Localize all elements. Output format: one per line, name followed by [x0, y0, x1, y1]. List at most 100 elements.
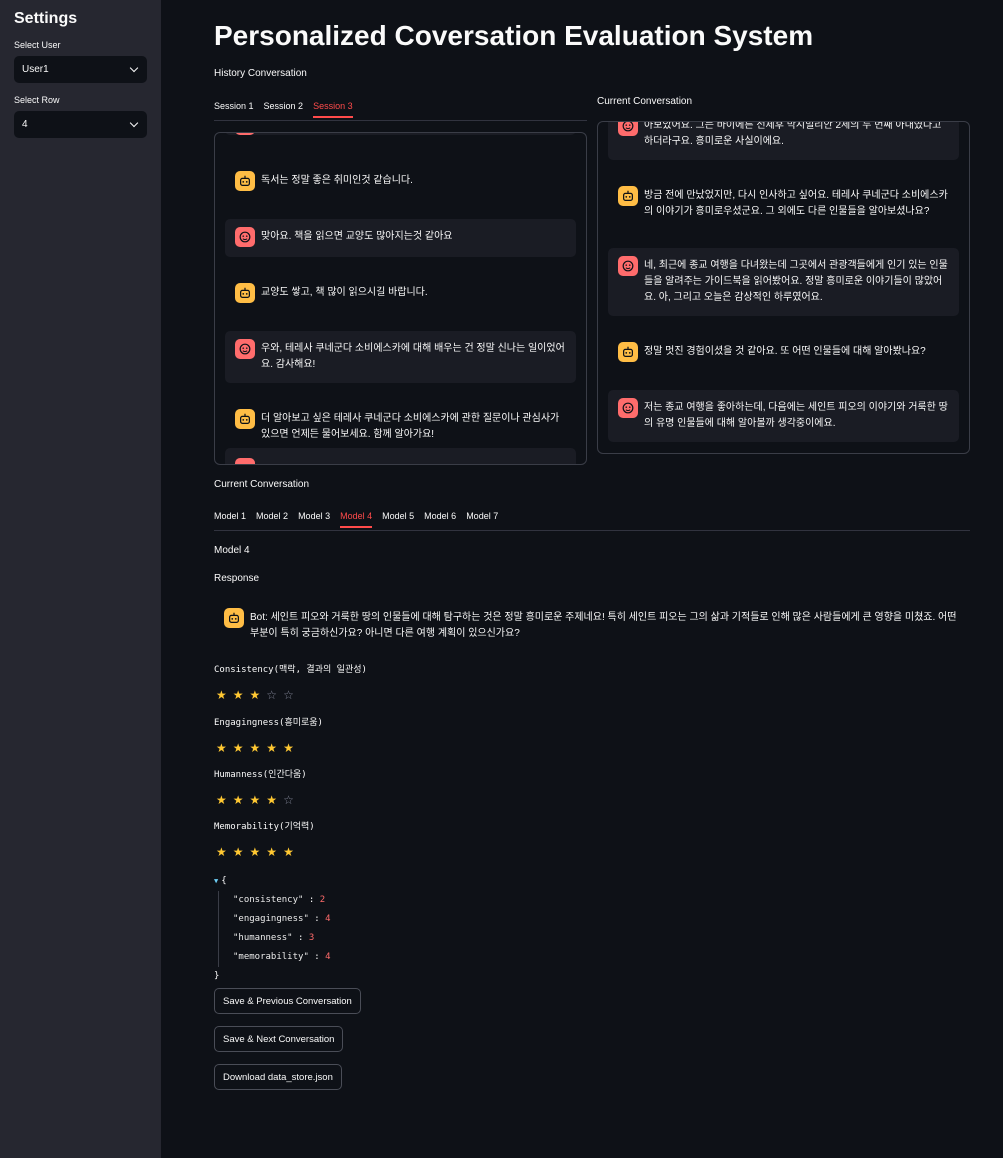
model-tab-5[interactable]: Model 5: [382, 511, 414, 528]
bot-avatar-icon: [235, 409, 255, 429]
message-text: 독서는 정말 좋은 취미인것 같습니다.: [261, 175, 413, 186]
bot-message: 정말 멋진 경험이셨을 것 같아요. 또 어떤 인물들에 대해 알아봤나요?: [608, 334, 959, 372]
json-value: 3: [308, 933, 315, 943]
rating-label: Engagingness(흥미로움): [214, 718, 323, 728]
save-next-button[interactable]: Save & Next Conversation: [214, 1026, 344, 1052]
star-empty-icon[interactable]: ☆: [283, 688, 294, 702]
bot-avatar-icon: [235, 283, 255, 303]
sidebar-title: Settings: [14, 10, 78, 27]
bot-message: 더 알아보고 싶은 테레사 쿠네군다 소비에스카에 관한 질문이나 관심사가 있…: [225, 401, 576, 453]
rating-label: Consistency(맥락, 결과의 일관성): [214, 665, 367, 675]
message-text: 정말 멋진 경험이셨을 것 같아요. 또 어떤 인물들에 대해 알아봤나요?: [644, 346, 926, 357]
select-row-value: 4: [22, 119, 28, 130]
page-title: Personalized Coversation Evaluation Syst…: [214, 20, 814, 51]
bot-avatar-icon: [618, 342, 638, 362]
message-text: 교양도 쌓고, 책 많이 읽으시길 바랍니다.: [261, 287, 428, 298]
session-tab-3[interactable]: Session 3: [313, 101, 353, 118]
user-message: 네, 최근에 종교 여행을 다녀왔는데 그곳에서 관광객들에게 인기 있는 인물…: [608, 248, 959, 316]
chevron-down-icon: [129, 63, 139, 73]
bot-message: 방금 전에 만났었지만, 다시 인사하고 싶어요. 테레사 쿠네군다 소비에스카…: [608, 178, 959, 230]
model-tab-2[interactable]: Model 2: [256, 511, 288, 528]
star-filled-icon[interactable]: ★: [266, 793, 277, 807]
star-filled-icon[interactable]: ★: [250, 845, 261, 859]
json-entry: "memorability" : 4: [233, 952, 331, 962]
select-user-label: Select User: [14, 40, 61, 50]
session-tab-2[interactable]: Session 2: [264, 101, 304, 118]
json-body: "consistency" : 2 "engagingness" : 4 "huma…: [218, 891, 331, 967]
star-rating[interactable]: ★ ★ ★ ★ ☆: [216, 793, 294, 807]
history-caption: History Conversation: [214, 68, 307, 79]
model-tab-4[interactable]: Model 4: [340, 511, 373, 528]
json-value: 4: [325, 952, 331, 962]
model-tab-1[interactable]: Model 1: [214, 511, 246, 528]
chevron-down-icon: [129, 118, 139, 128]
model-tab-3[interactable]: Model 3: [298, 511, 330, 528]
star-filled-icon[interactable]: ★: [250, 741, 261, 755]
message-text: 저는 종교 여행을 좋아하는데, 다음에는 세인트 피오의 이야기와 거룩한 땅…: [644, 402, 948, 429]
model-tab-6[interactable]: Model 6: [424, 511, 456, 528]
user-message: 우와, 테레사 쿠네군다 소비에스카에 대해 배우는 건 정말 신나는 일이었어…: [225, 331, 576, 383]
json-open-brace: {: [221, 876, 227, 886]
json-key: "memorability": [233, 952, 309, 962]
collapse-caret-icon[interactable]: ▼: [214, 877, 218, 885]
star-rating[interactable]: ★ ★ ★ ★ ★: [216, 845, 294, 859]
star-filled-icon[interactable]: ★: [233, 741, 244, 755]
user-avatar-icon: [618, 122, 638, 136]
json-viewer[interactable]: ▼{ "consistency" : 2 "engagingness" : 4 "h…: [214, 872, 331, 986]
json-entry: "engagingness" : 4: [233, 914, 331, 924]
star-filled-icon[interactable]: ★: [233, 793, 244, 807]
star-filled-icon[interactable]: ★: [216, 845, 227, 859]
session-tab-1[interactable]: Session 1: [214, 101, 254, 118]
model-tab-7[interactable]: Model 7: [466, 511, 498, 528]
model-tabs: Model 1 Model 2 Model 3 Model 4 Model 5 Model…: [214, 511, 498, 528]
select-row-dropdown[interactable]: 4: [14, 111, 147, 138]
download-json-button[interactable]: Download data_store.json: [214, 1064, 342, 1090]
json-value: 2: [319, 895, 326, 905]
star-filled-icon[interactable]: ★: [283, 741, 294, 755]
message-text: 맞아요. 책을 읽으면 교양도 많아지는것 같아요: [261, 231, 453, 242]
star-filled-icon[interactable]: ★: [283, 845, 294, 859]
bot-avatar-icon: [618, 186, 638, 206]
history-tabs: Session 1 Session 2 Session 3: [214, 101, 353, 118]
user-avatar-icon: [618, 398, 638, 418]
star-filled-icon[interactable]: ★: [266, 845, 277, 859]
user-avatar-icon: [235, 227, 255, 247]
model-section-caption: Current Conversation: [214, 479, 310, 490]
bot-message: 교양도 쌓고, 책 많이 읽으시길 바랍니다.: [225, 275, 576, 313]
json-value: 4: [325, 914, 331, 924]
star-empty-icon[interactable]: ☆: [266, 688, 277, 702]
star-empty-icon[interactable]: ☆: [283, 793, 294, 807]
star-filled-icon[interactable]: ★: [266, 741, 277, 755]
select-user-value: User1: [22, 64, 49, 75]
model-response-message: Bot: 세인트 피오와 거룩한 땅의 인물들에 대해 탐구하는 것은 정말 흥…: [214, 600, 974, 652]
select-user-dropdown[interactable]: User1: [14, 56, 147, 83]
response-label: Response: [214, 573, 260, 584]
message-text: 더 알아보고 싶은 테레사 쿠네군다 소비에스카에 관한 질문이나 관심사가 있…: [261, 413, 560, 440]
current-conversation-box[interactable]: 아보았어요. 그는 바이에른 선제후 막시밀리안 2세의 두 번째 아내였다고 …: [597, 121, 970, 454]
star-filled-icon[interactable]: ★: [233, 688, 244, 702]
star-filled-icon[interactable]: ★: [216, 793, 227, 807]
star-rating[interactable]: ★ ★ ★ ★ ★: [216, 741, 294, 755]
rating-label: Humanness(인간다움): [214, 770, 307, 780]
star-filled-icon[interactable]: ★: [250, 793, 261, 807]
message-text: 아보았어요. 그는 바이에른 선제후 막시밀리안 2세의 두 번째 아내였다고 …: [644, 121, 942, 147]
message-text: 우와, 테레사 쿠네군다 소비에스카에 대해 배우는 건 정말 신나는 일이었어…: [261, 343, 565, 370]
bot-message: 독서는 정말 좋은 취미인것 같습니다.: [225, 163, 576, 201]
rating-label: Memorability(기억력): [214, 822, 315, 832]
sidebar: Settings Select User User1 Select Row 4: [0, 0, 161, 1158]
star-filled-icon[interactable]: ★: [233, 845, 244, 859]
json-key: "engagingness": [233, 914, 309, 924]
select-row-label: Select Row: [14, 95, 60, 105]
json-key: "consistency": [233, 895, 304, 905]
star-filled-icon[interactable]: ★: [216, 688, 227, 702]
bot-avatar-icon: [235, 171, 255, 191]
bot-avatar-icon: [224, 608, 244, 628]
user-message: 저는 종교 여행을 좋아하는데, 다음에는 세인트 피오의 이야기와 거룩한 땅…: [608, 390, 959, 442]
json-entry: "humanness" : 3: [233, 933, 315, 943]
star-filled-icon[interactable]: ★: [250, 688, 261, 702]
star-filled-icon[interactable]: ★: [216, 741, 227, 755]
star-rating[interactable]: ★ ★ ★ ☆ ☆: [216, 688, 294, 702]
history-conversation-box[interactable]: 독서는 정말 좋은 취미인것 같습니다. 맞아요. 책을 읽으면 교양도 많아지는…: [214, 132, 587, 465]
save-previous-button[interactable]: Save & Previous Conversation: [214, 988, 361, 1014]
json-key: "humanness": [233, 933, 293, 943]
